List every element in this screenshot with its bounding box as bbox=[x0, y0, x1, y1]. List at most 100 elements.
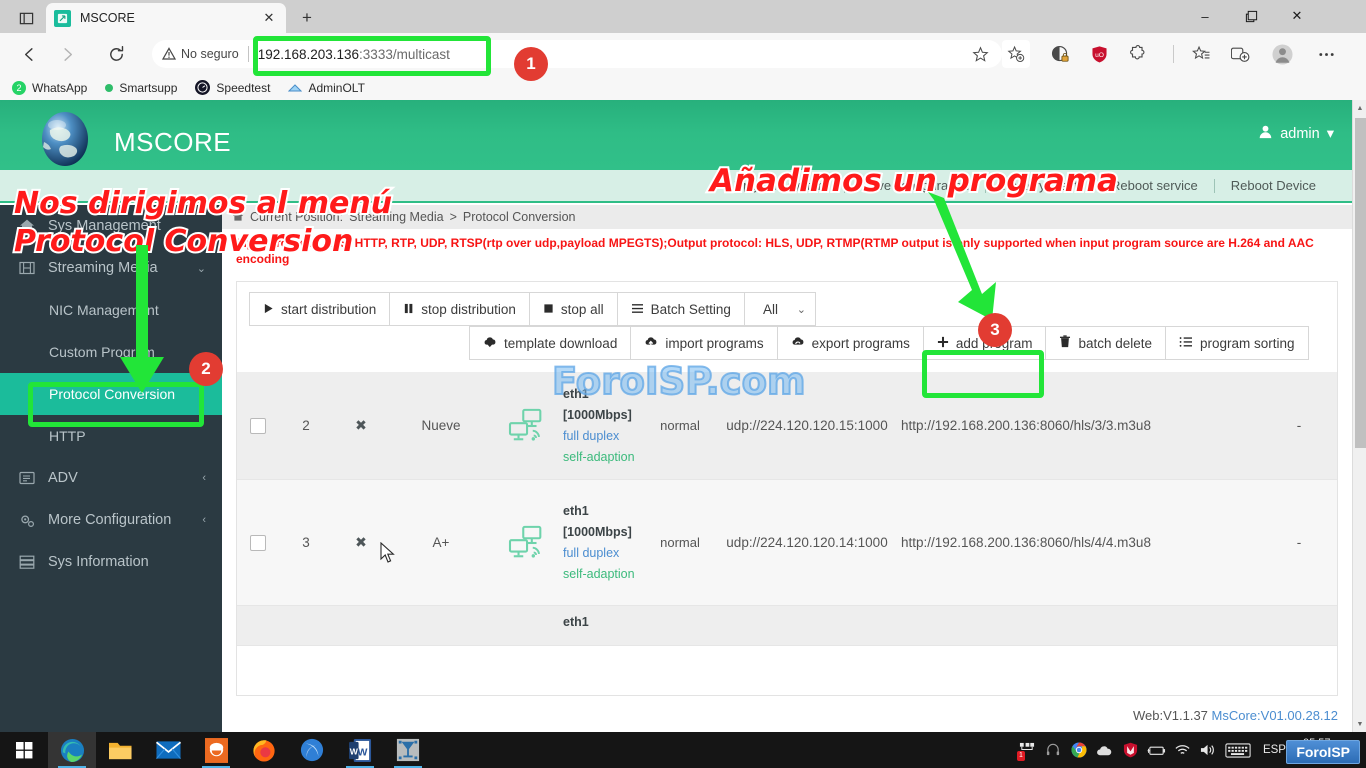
row-checkbox-cell[interactable] bbox=[237, 535, 279, 551]
forward-button[interactable] bbox=[52, 39, 82, 69]
stop-all-button[interactable]: stop all bbox=[529, 292, 618, 326]
jdownloader-icon bbox=[300, 738, 324, 762]
table-row[interactable]: 3 ✖ A+ bbox=[237, 480, 1338, 606]
stop-icon bbox=[543, 302, 554, 317]
volume-icon[interactable] bbox=[1196, 732, 1222, 768]
program-sorting-button[interactable]: program sorting bbox=[1165, 326, 1309, 360]
save-configuration-link[interactable]: Save configuration bbox=[845, 178, 985, 193]
film-icon bbox=[18, 260, 35, 277]
collections-button[interactable] bbox=[1226, 40, 1254, 68]
sidebar-item-sys-management[interactable]: Sys Management bbox=[0, 205, 222, 247]
user-menu[interactable]: admin ▾ bbox=[1258, 124, 1334, 143]
extension-privacy-icon[interactable] bbox=[1046, 40, 1074, 68]
divider bbox=[1173, 45, 1174, 63]
reboot-service-link[interactable]: Reboot service bbox=[1095, 178, 1214, 193]
taskbar-app-jdownloader[interactable] bbox=[288, 732, 336, 768]
sidebar-item-label: HTTP bbox=[49, 428, 86, 444]
nic-name: eth1 bbox=[563, 501, 647, 522]
sidebar-item-more-configuration[interactable]: More Configuration ‹ bbox=[0, 499, 222, 541]
browser-menu-button[interactable] bbox=[1312, 40, 1340, 68]
bookmark-whatsapp[interactable]: 2 WhatsApp bbox=[12, 81, 87, 95]
taskbar-app-mail[interactable] bbox=[144, 732, 192, 768]
programs-table: 2 ✖ Nueve bbox=[237, 372, 1338, 696]
table-row[interactable]: 2 ✖ Nueve bbox=[237, 372, 1338, 480]
extension-adblock-icon[interactable]: uO bbox=[1085, 40, 1113, 68]
onedrive-icon[interactable] bbox=[1092, 732, 1118, 768]
taskbar-app-thunderbird[interactable] bbox=[192, 732, 240, 768]
upgrade-system-link[interactable]: Upgrade system bbox=[718, 178, 845, 193]
battery-icon[interactable] bbox=[1144, 732, 1170, 768]
system-actions-bar: Upgrade system Save configuration Factor… bbox=[0, 170, 1352, 203]
keyboard-icon[interactable] bbox=[1222, 732, 1254, 768]
wifi-icon[interactable] bbox=[1170, 732, 1196, 768]
row-checkbox-cell[interactable] bbox=[237, 418, 279, 434]
window-close-button[interactable]: ✕ bbox=[1274, 0, 1320, 32]
breadcrumb-parent[interactable]: Streaming Media bbox=[349, 210, 444, 224]
mcafee-shield-icon[interactable] bbox=[1118, 732, 1144, 768]
close-icon[interactable]: ✕ bbox=[260, 9, 278, 27]
favorites-list-button[interactable] bbox=[1187, 40, 1215, 68]
template-download-button[interactable]: template download bbox=[469, 326, 631, 360]
batch-setting-button[interactable]: Batch Setting bbox=[617, 292, 745, 326]
row-checkbox[interactable] bbox=[250, 535, 266, 551]
network-printer-icon[interactable]: 1 bbox=[1014, 732, 1040, 768]
sidebar-item-nic-management[interactable]: NIC Management bbox=[0, 289, 222, 331]
factory-reset-link[interactable]: Factory reset bbox=[986, 178, 1094, 193]
chrome-icon[interactable] bbox=[1066, 732, 1092, 768]
scroll-down-icon[interactable]: ▼ bbox=[1353, 716, 1366, 732]
import-programs-button[interactable]: import programs bbox=[630, 326, 777, 360]
row-checkbox[interactable] bbox=[250, 418, 266, 434]
row-number: 3 bbox=[279, 535, 333, 550]
warning-triangle-icon bbox=[162, 47, 176, 61]
start-distribution-button[interactable]: start distribution bbox=[249, 292, 390, 326]
sidebar-item-sys-information[interactable]: Sys Information bbox=[0, 541, 222, 583]
sidebar-item-streaming-media[interactable]: Streaming Media ⌄ bbox=[0, 247, 222, 289]
nic-duplex: full duplex bbox=[563, 543, 647, 564]
button-label: start distribution bbox=[281, 302, 376, 317]
export-programs-button[interactable]: export programs bbox=[777, 326, 924, 360]
back-button[interactable] bbox=[14, 39, 44, 69]
toolbar-secondary: template download import programs export… bbox=[469, 326, 1309, 360]
reboot-device-link[interactable]: Reboot Device bbox=[1215, 178, 1332, 193]
headset-icon[interactable] bbox=[1040, 732, 1066, 768]
tab-actions-button[interactable] bbox=[8, 4, 44, 32]
extension-puzzle-icon[interactable] bbox=[1124, 40, 1152, 68]
stop-distribution-button[interactable]: stop distribution bbox=[389, 292, 530, 326]
window-restore-button[interactable] bbox=[1228, 0, 1274, 32]
browser-tab[interactable]: MSCORE ✕ bbox=[46, 3, 286, 33]
taskbar-app-file-explorer[interactable] bbox=[96, 732, 144, 768]
reload-button[interactable] bbox=[101, 39, 131, 69]
new-tab-button[interactable]: + bbox=[294, 6, 320, 30]
window-minimize-button[interactable]: – bbox=[1182, 0, 1228, 32]
plus-icon bbox=[937, 336, 949, 351]
annotation-badge-1: 1 bbox=[514, 47, 548, 81]
taskbar-app-edge[interactable] bbox=[48, 732, 96, 768]
x-mark-icon[interactable]: ✖ bbox=[333, 417, 389, 434]
row-nic-info: eth1 bbox=[563, 612, 647, 633]
sidebar-item-label: NIC Management bbox=[49, 302, 159, 318]
x-mark-icon[interactable]: ✖ bbox=[333, 534, 389, 551]
bookmark-speedtest[interactable]: Speedtest bbox=[195, 80, 270, 95]
windows-start-icon[interactable] bbox=[0, 732, 48, 768]
table-row[interactable]: eth1 bbox=[237, 606, 1338, 646]
add-favorite-button[interactable] bbox=[1002, 40, 1030, 68]
mscore-favicon-icon bbox=[54, 10, 71, 27]
page-scrollbar-thumb[interactable] bbox=[1355, 118, 1366, 448]
globe-logo-icon bbox=[34, 108, 96, 170]
bookmark-label: WhatsApp bbox=[32, 81, 87, 95]
favorite-icon[interactable] bbox=[966, 40, 994, 68]
bookmark-smartsupp[interactable]: Smartsupp bbox=[105, 81, 177, 95]
taskbar-app-firefox[interactable] bbox=[240, 732, 288, 768]
filter-select[interactable]: All ⌄ bbox=[744, 292, 816, 326]
batch-delete-button[interactable]: batch delete bbox=[1045, 326, 1166, 360]
taskbar-app-word[interactable]: WW bbox=[336, 732, 384, 768]
page-scrollbar[interactable]: ▲ ▼ bbox=[1352, 100, 1366, 732]
taskbar-app-winmtr[interactable] bbox=[384, 732, 432, 768]
arrow-right-icon bbox=[58, 45, 77, 64]
bookmark-adminolt[interactable]: AdminOLT bbox=[288, 81, 364, 95]
sidebar-item-adv[interactable]: ADV ‹ bbox=[0, 457, 222, 499]
nic-speed: [1000Mbps] bbox=[563, 405, 647, 426]
row-output-url: http://192.168.200.136:8060/hls/4/4.m3u8 bbox=[901, 535, 1231, 550]
avatar[interactable] bbox=[1268, 40, 1296, 68]
scroll-up-icon[interactable]: ▲ bbox=[1353, 100, 1366, 116]
